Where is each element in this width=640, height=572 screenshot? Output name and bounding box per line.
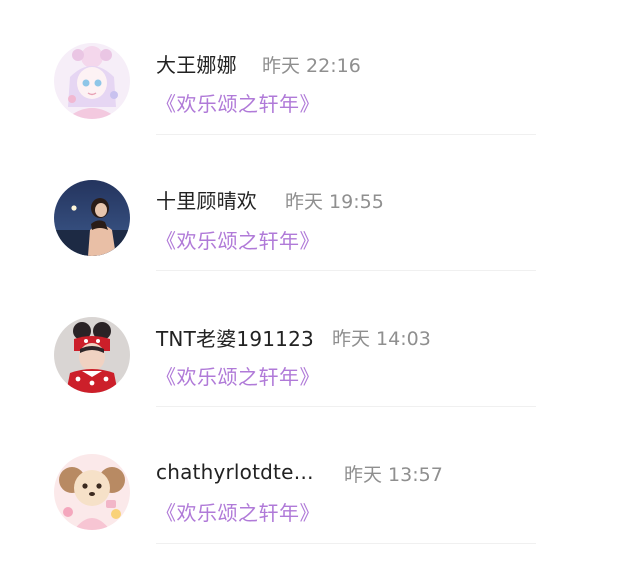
divider	[156, 543, 536, 544]
username[interactable]: 十里顾晴欢	[156, 185, 257, 214]
work-title-link[interactable]: 《欢乐颂之轩年》	[156, 497, 320, 526]
moon-photo-avatar[interactable]	[54, 180, 130, 256]
work-title-link[interactable]: 《欢乐颂之轩年》	[156, 88, 320, 117]
divider	[156, 270, 536, 271]
comment-time: 昨天 19:55	[285, 191, 384, 213]
list-item[interactable]: chathyrlotdte… 昨天 13:57 《欢乐颂之轩年》	[0, 408, 640, 544]
comment-time: 昨天 22:16	[262, 55, 361, 77]
anime-girl-avatar[interactable]	[54, 43, 130, 119]
username[interactable]: 大王娜娜	[156, 49, 237, 78]
list-item[interactable]: 大王娜娜 昨天 22:16 《欢乐颂之轩年》	[0, 0, 640, 136]
comment-time: 昨天 13:57	[344, 464, 443, 486]
divider	[156, 134, 536, 135]
list-item[interactable]: TNT老婆191123 昨天 14:03 《欢乐颂之轩年》	[0, 272, 640, 408]
username[interactable]: chathyrlotdte…	[156, 460, 314, 484]
comment-list: 大王娜娜 昨天 22:16 《欢乐颂之轩年》 十里顾晴欢 昨天 19:55 《欢…	[0, 0, 640, 572]
divider	[156, 406, 536, 407]
work-title-link[interactable]: 《欢乐颂之轩年》	[156, 361, 320, 390]
username[interactable]: TNT老婆191123	[156, 323, 314, 352]
cartoon-dog-avatar[interactable]	[54, 454, 130, 530]
list-item[interactable]: 十里顾晴欢 昨天 19:55 《欢乐颂之轩年》	[0, 136, 640, 272]
comment-time: 昨天 14:03	[332, 328, 431, 350]
work-title-link[interactable]: 《欢乐颂之轩年》	[156, 225, 320, 254]
boy-minnie-ears-avatar[interactable]	[54, 317, 130, 393]
